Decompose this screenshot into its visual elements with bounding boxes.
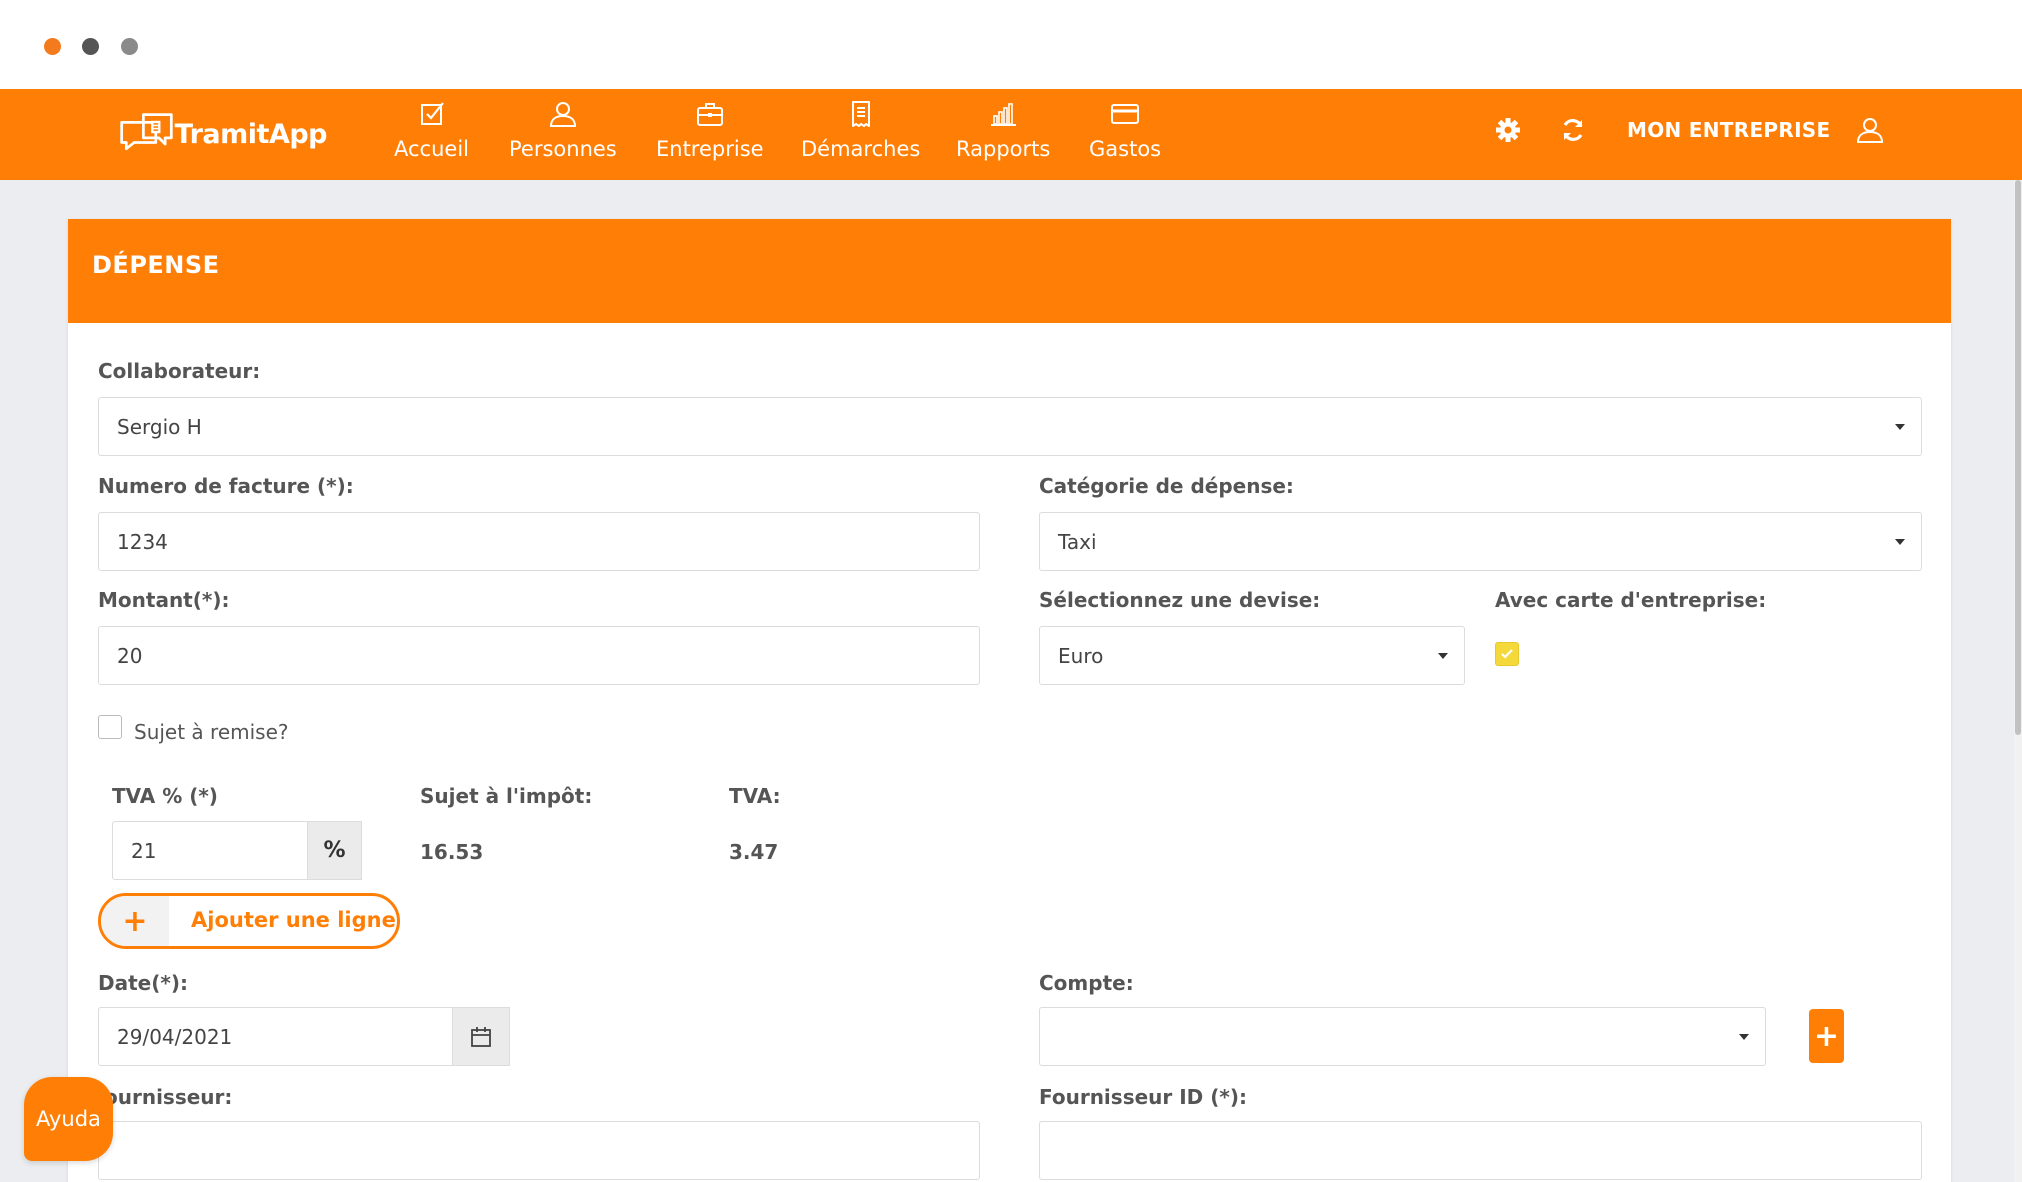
chevron-down-icon [1438,653,1448,659]
add-account-button[interactable]: + [1809,1009,1844,1063]
nav-item-personnes[interactable]: Personnes [509,99,617,171]
montant-value: 20 [117,643,143,668]
window-titlebar [0,0,2022,89]
document-icon [851,101,870,127]
nav-item-rapports[interactable]: Rapports [956,99,1050,171]
checkmark-icon [1501,649,1513,659]
add-line-label: Ajouter une ligne [191,908,396,932]
compte-label: Compte: [1039,971,1134,995]
fournisseur-id-label: Fournisseur ID (*): [1039,1085,1247,1109]
collaborateur-select[interactable]: Sergio H [98,397,1922,456]
scrollbar-thumb[interactable] [2015,180,2021,735]
plus-icon: + [101,896,169,946]
user-icon [549,102,576,127]
tva-percent-input[interactable]: 21 [112,821,308,880]
card-title: DÉPENSE [92,251,220,279]
fournisseur-input[interactable] [98,1121,980,1180]
window-minimize-dot[interactable] [82,38,99,55]
help-button[interactable]: Ayuda [24,1077,113,1161]
carte-entreprise-label: Avec carte d'entreprise: [1495,588,1767,612]
fournisseur-label: ournisseur: [104,1085,233,1109]
tva-label: TVA: [729,784,781,808]
nav-item-label: Accueil [394,137,469,161]
nav-item-label: Personnes [509,137,617,161]
collaborateur-value: Sergio H [117,414,202,439]
nav-item-entreprise[interactable]: Entreprise [656,99,764,171]
devise-label: Sélectionnez une devise: [1039,588,1321,612]
tva-percent-label: TVA % (*) [112,784,218,808]
card-header: DÉPENSE [68,219,1951,323]
devise-value: Euro [1058,643,1104,668]
nav-item-accueil[interactable]: Accueil [394,99,469,171]
categorie-value: Taxi [1058,529,1097,554]
credit-card-icon [1111,104,1140,124]
briefcase-icon [696,103,723,126]
page-scrollbar[interactable] [2014,180,2022,1182]
numero-facture-input[interactable]: 1234 [98,512,980,571]
window-maximize-dot[interactable] [121,38,138,55]
chat-bubbles-icon [120,113,173,151]
brand-suffix: App [268,118,328,150]
nav-item-label: Démarches [801,137,921,161]
date-label: Date(*): [98,971,188,995]
brand-logo[interactable]: TramitApp [117,101,328,167]
account-icon[interactable] [1856,116,1884,144]
fournisseur-id-input[interactable] [1039,1121,1922,1180]
checkbox-icon [420,102,444,125]
compte-select[interactable] [1039,1007,1766,1066]
refresh-icon[interactable] [1559,116,1587,144]
montant-label: Montant(*): [98,588,230,612]
add-line-button[interactable]: + Ajouter une ligne [98,893,400,949]
nav-item-demarches[interactable]: Démarches [801,99,920,171]
montant-input[interactable]: 20 [98,626,980,685]
chevron-down-icon [1739,1034,1749,1040]
date-value: 29/04/2021 [117,1024,233,1049]
chevron-down-icon [1895,539,1905,545]
brand-name: Tramit [174,118,270,150]
gear-icon[interactable] [1494,116,1522,144]
window-close-dot[interactable] [44,38,61,55]
chevron-down-icon [1895,424,1905,430]
nav-item-label: Entreprise [656,137,764,161]
company-menu[interactable]: MON ENTREPRISE [1627,118,1830,142]
calendar-button[interactable] [452,1007,510,1066]
tva-value: 3.47 [729,840,779,864]
date-input[interactable]: 29/04/2021 [98,1007,453,1066]
sujet-impot-value: 16.53 [420,840,484,864]
collaborateur-label: Collaborateur: [98,359,261,383]
nav-item-gastos[interactable]: Gastos [1089,99,1161,171]
sujet-remise-label: Sujet à remise? [134,720,289,744]
nav-item-label: Rapports [956,137,1051,161]
devise-select[interactable]: Euro [1039,626,1465,685]
percent-addon: % [307,821,362,880]
sujet-remise-checkbox[interactable] [98,715,122,739]
bar-chart-icon [991,103,1017,126]
tva-percent-value: 21 [131,838,157,863]
calendar-icon [471,1026,491,1047]
numero-facture-label: Numero de facture (*): [98,474,354,498]
carte-entreprise-checkbox[interactable] [1495,642,1519,666]
numero-facture-value: 1234 [117,529,168,554]
categorie-label: Catégorie de dépense: [1039,474,1294,498]
categorie-select[interactable]: Taxi [1039,512,1922,571]
sujet-impot-label: Sujet à l'impôt: [420,784,593,808]
nav-item-label: Gastos [1089,137,1162,161]
